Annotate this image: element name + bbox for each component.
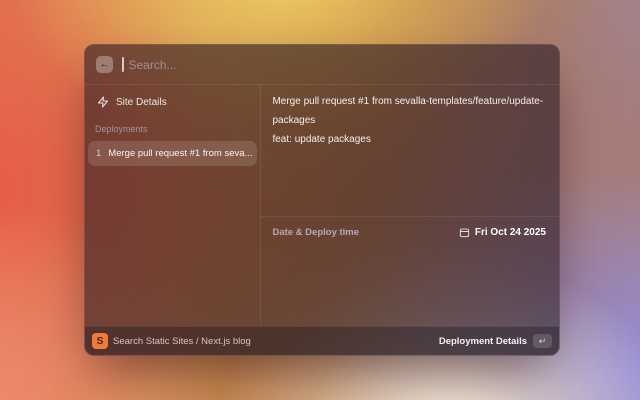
deployment-commit-message: feat: update packages (272, 134, 371, 145)
list-item-label: Merge pull request #1 from seva... (108, 148, 253, 159)
palette-footer: S Search Static Sites / Next.js blog Dep… (85, 326, 559, 355)
deployment-details-action[interactable]: Deployment Details ↵ (439, 334, 552, 348)
deploy-date-value: Fri Oct 24 2025 (459, 227, 546, 238)
back-arrow-icon: ← (99, 58, 110, 70)
zap-icon (97, 96, 109, 108)
deploy-date-text: Fri Oct 24 2025 (474, 226, 546, 238)
sevalla-logo: S (92, 333, 108, 349)
calendar-icon (459, 228, 469, 237)
deployment-title: Merge pull request #1 from sevalla-templ… (272, 96, 544, 126)
text-caret (122, 57, 124, 72)
footer-context-label: Search Static Sites / Next.js blog (113, 335, 251, 347)
command-palette-window: ← Site Details Deployments 1 (84, 44, 560, 356)
back-button[interactable]: ← (96, 56, 113, 73)
palette-body: Site Details Deployments 1 Merge pull re… (85, 85, 559, 326)
search-header: ← (85, 45, 559, 85)
section-label-deployments: Deployments (95, 124, 148, 134)
results-sidebar: Site Details Deployments 1 Merge pull re… (85, 85, 262, 326)
deployment-list-item-selected[interactable]: 1 Merge pull request #1 from seva... (88, 141, 258, 166)
detail-panel: Merge pull request #1 from sevalla-templ… (261, 85, 559, 326)
enter-key-icon: ↵ (533, 334, 552, 348)
sidebar-item-site-details[interactable]: Site Details (88, 89, 257, 115)
deployment-description: Merge pull request #1 from sevalla-templ… (261, 85, 559, 216)
detail-empty-area (261, 247, 559, 326)
date-deploy-label: Date & Deploy time (272, 226, 360, 238)
list-item-index: 1 (96, 148, 102, 159)
search-input[interactable] (128, 57, 548, 72)
action-label: Deployment Details (438, 335, 527, 347)
desktop-background: ← Site Details Deployments 1 (0, 0, 640, 400)
sidebar-item-label: Site Details (116, 96, 167, 108)
date-deploy-row: Date & Deploy time Fri Oct 24 2025 (261, 216, 559, 247)
